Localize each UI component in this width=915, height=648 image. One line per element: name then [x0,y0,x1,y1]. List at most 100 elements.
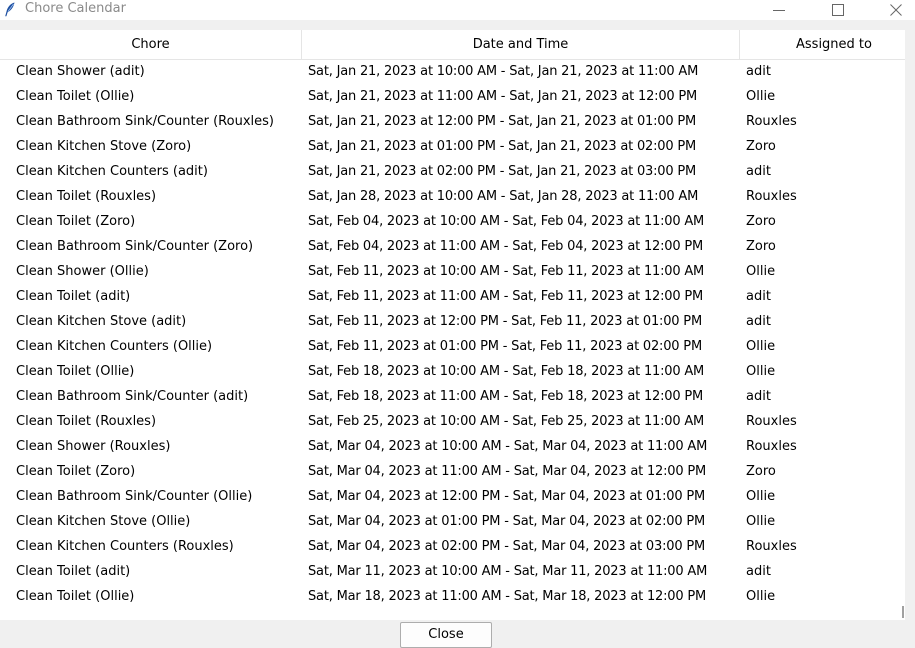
chore-cell: Clean Toilet (Zoro) [16,214,136,229]
table-row[interactable]: Clean Bathroom Sink/Counter (Rouxles) Sat… [0,109,905,134]
date-cell: Sat, Feb 11, 2023 at 01:00 PM - Sat, Feb… [308,339,702,354]
table-row[interactable]: Clean Toilet (Ollie) Sat, Mar 18, 2023 at… [0,584,905,609]
table-row[interactable]: Clean Shower (Rouxles) Sat, Mar 04, 2023 … [0,434,905,459]
table-row[interactable]: Clean Shower (Ollie) Sat, Feb 11, 2023 at… [0,259,905,284]
chore-cell: Clean Kitchen Stove (Zoro) [16,139,192,154]
date-cell: Sat, Feb 18, 2023 at 10:00 AM - Sat, Feb… [308,364,705,379]
close-button[interactable]: Close [400,622,492,648]
table-row[interactable]: Clean Toilet (Ollie) Sat, Feb 18, 2023 at… [0,359,905,384]
date-cell: Sat, Jan 28, 2023 at 10:00 AM - Sat, Jan… [308,189,699,204]
date-cell: Sat, Feb 04, 2023 at 10:00 AM - Sat, Feb… [308,214,705,229]
table-row[interactable]: Clean Kitchen Stove (Zoro) Sat, Jan 21, 2… [0,134,905,159]
table-row[interactable]: Clean Shower (adit) Sat, Jan 21, 2023 at … [0,59,905,84]
window-title: Chore Calendar [25,1,126,16]
date-cell: Sat, Jan 21, 2023 at 11:00 AM - Sat, Jan… [308,89,698,104]
title-bar: Chore Calendar [0,0,915,20]
minimize-button[interactable] [756,0,802,20]
table-row[interactable]: Clean Toilet (adit) Sat, Feb 11, 2023 at … [0,284,905,309]
table-row[interactable]: Clean Toilet (adit) Sat, Mar 11, 2023 at … [0,559,905,584]
chore-cell: Clean Bathroom Sink/Counter (Ollie) [16,489,253,504]
assigned-cell: Rouxles [746,114,797,129]
chore-cell: Clean Toilet (Rouxles) [16,414,157,429]
table-row[interactable]: Clean Kitchen Counters (adit) Sat, Jan 21… [0,159,905,184]
assigned-cell: Ollie [746,589,776,604]
date-cell: Sat, Mar 04, 2023 at 01:00 PM - Sat, Mar… [308,514,705,529]
chore-cell: Clean Kitchen Counters (Rouxles) [16,539,234,554]
table-row[interactable]: Clean Kitchen Stove (Ollie) Sat, Mar 04, … [0,509,905,534]
close-window-button[interactable] [873,0,915,20]
table-row[interactable]: Clean Toilet (Rouxles) Sat, Feb 25, 2023 … [0,409,905,434]
date-cell: Sat, Mar 18, 2023 at 11:00 AM - Sat, Mar… [308,589,707,604]
chore-cell: Clean Kitchen Stove (Ollie) [16,514,191,529]
table-row[interactable]: Clean Toilet (Rouxles) Sat, Jan 28, 2023 … [0,184,905,209]
date-cell: Sat, Jan 21, 2023 at 12:00 PM - Sat, Jan… [308,114,697,129]
assigned-cell: adit [746,314,771,329]
table-row[interactable]: Clean Kitchen Stove (adit) Sat, Feb 11, 2… [0,309,905,334]
assigned-cell: Rouxles [746,439,797,454]
table-row[interactable]: Clean Bathroom Sink/Counter (Zoro) Sat, F… [0,234,905,259]
assigned-cell: Ollie [746,264,776,279]
table-row[interactable]: Clean Toilet (Zoro) Sat, Feb 04, 2023 at … [0,209,905,234]
table-row[interactable]: Clean Kitchen Counters (Rouxles) Sat, Mar… [0,534,905,559]
assigned-cell: adit [746,564,771,579]
maximize-icon [832,4,844,16]
chore-cell: Clean Shower (Ollie) [16,264,149,279]
chore-cell: Clean Kitchen Counters (adit) [16,164,208,179]
table-body: Clean Shower (adit) Sat, Jan 21, 2023 at … [0,59,905,609]
close-icon [890,4,902,16]
assigned-cell: adit [746,164,771,179]
chore-cell: Clean Bathroom Sink/Counter (Zoro) [16,239,254,254]
feather-icon [4,2,16,17]
chore-cell: Clean Shower (Rouxles) [16,439,171,454]
chore-cell: Clean Toilet (adit) [16,564,131,579]
date-cell: Sat, Feb 11, 2023 at 10:00 AM - Sat, Feb… [308,264,705,279]
scrollbar-thumb[interactable] [902,606,904,618]
table-header: Chore Date and Time Assigned to [0,30,905,60]
date-cell: Sat, Jan 21, 2023 at 02:00 PM - Sat, Jan… [308,164,697,179]
assigned-cell: adit [746,64,771,79]
chore-cell: Clean Toilet (Ollie) [16,364,135,379]
chore-cell: Clean Shower (adit) [16,64,145,79]
chore-cell: Clean Toilet (Rouxles) [16,189,157,204]
chore-cell: Clean Kitchen Stove (adit) [16,314,187,329]
maximize-button[interactable] [815,0,861,20]
assigned-cell: Zoro [746,239,776,254]
table-row[interactable]: Clean Toilet (Ollie) Sat, Jan 21, 2023 at… [0,84,905,109]
chore-cell: Clean Toilet (Ollie) [16,89,135,104]
vertical-scrollbar[interactable] [905,30,915,620]
chore-cell: Clean Toilet (adit) [16,289,131,304]
column-header-assigned[interactable]: Assigned to [740,30,905,59]
table-row[interactable]: Clean Toilet (Zoro) Sat, Mar 04, 2023 at … [0,459,905,484]
date-cell: Sat, Mar 04, 2023 at 02:00 PM - Sat, Mar… [308,539,705,554]
column-header-date[interactable]: Date and Time [302,30,740,59]
table-row[interactable]: Clean Bathroom Sink/Counter (Ollie) Sat, … [0,484,905,509]
table-row[interactable]: Clean Kitchen Counters (Ollie) Sat, Feb 1… [0,334,905,359]
assigned-cell: Rouxles [746,414,797,429]
assigned-cell: Zoro [746,214,776,229]
assigned-cell: Zoro [746,139,776,154]
column-header-chore[interactable]: Chore [0,30,302,59]
date-cell: Sat, Mar 04, 2023 at 11:00 AM - Sat, Mar… [308,464,707,479]
assigned-cell: adit [746,289,771,304]
table-row[interactable]: Clean Bathroom Sink/Counter (adit) Sat, F… [0,384,905,409]
assigned-cell: adit [746,389,771,404]
assigned-cell: Ollie [746,339,776,354]
assigned-cell: Ollie [746,489,776,504]
chore-cell: Clean Toilet (Zoro) [16,464,136,479]
date-cell: Sat, Mar 04, 2023 at 10:00 AM - Sat, Mar… [308,439,708,454]
date-cell: Sat, Feb 04, 2023 at 11:00 AM - Sat, Feb… [308,239,704,254]
assigned-cell: Rouxles [746,189,797,204]
assigned-cell: Ollie [746,364,776,379]
date-cell: Sat, Feb 18, 2023 at 11:00 AM - Sat, Feb… [308,389,704,404]
minimize-icon [773,10,785,11]
chore-cell: Clean Bathroom Sink/Counter (adit) [16,389,249,404]
date-cell: Sat, Mar 11, 2023 at 10:00 AM - Sat, Mar… [308,564,708,579]
date-cell: Sat, Feb 11, 2023 at 11:00 AM - Sat, Feb… [308,289,704,304]
date-cell: Sat, Mar 04, 2023 at 12:00 PM - Sat, Mar… [308,489,705,504]
date-cell: Sat, Feb 11, 2023 at 12:00 PM - Sat, Feb… [308,314,702,329]
chore-cell: Clean Toilet (Ollie) [16,589,135,604]
assigned-cell: Ollie [746,514,776,529]
chore-cell: Clean Bathroom Sink/Counter (Rouxles) [16,114,274,129]
chore-table[interactable]: Chore Date and Time Assigned to Clean Sh… [0,30,905,620]
date-cell: Sat, Feb 25, 2023 at 10:00 AM - Sat, Feb… [308,414,705,429]
